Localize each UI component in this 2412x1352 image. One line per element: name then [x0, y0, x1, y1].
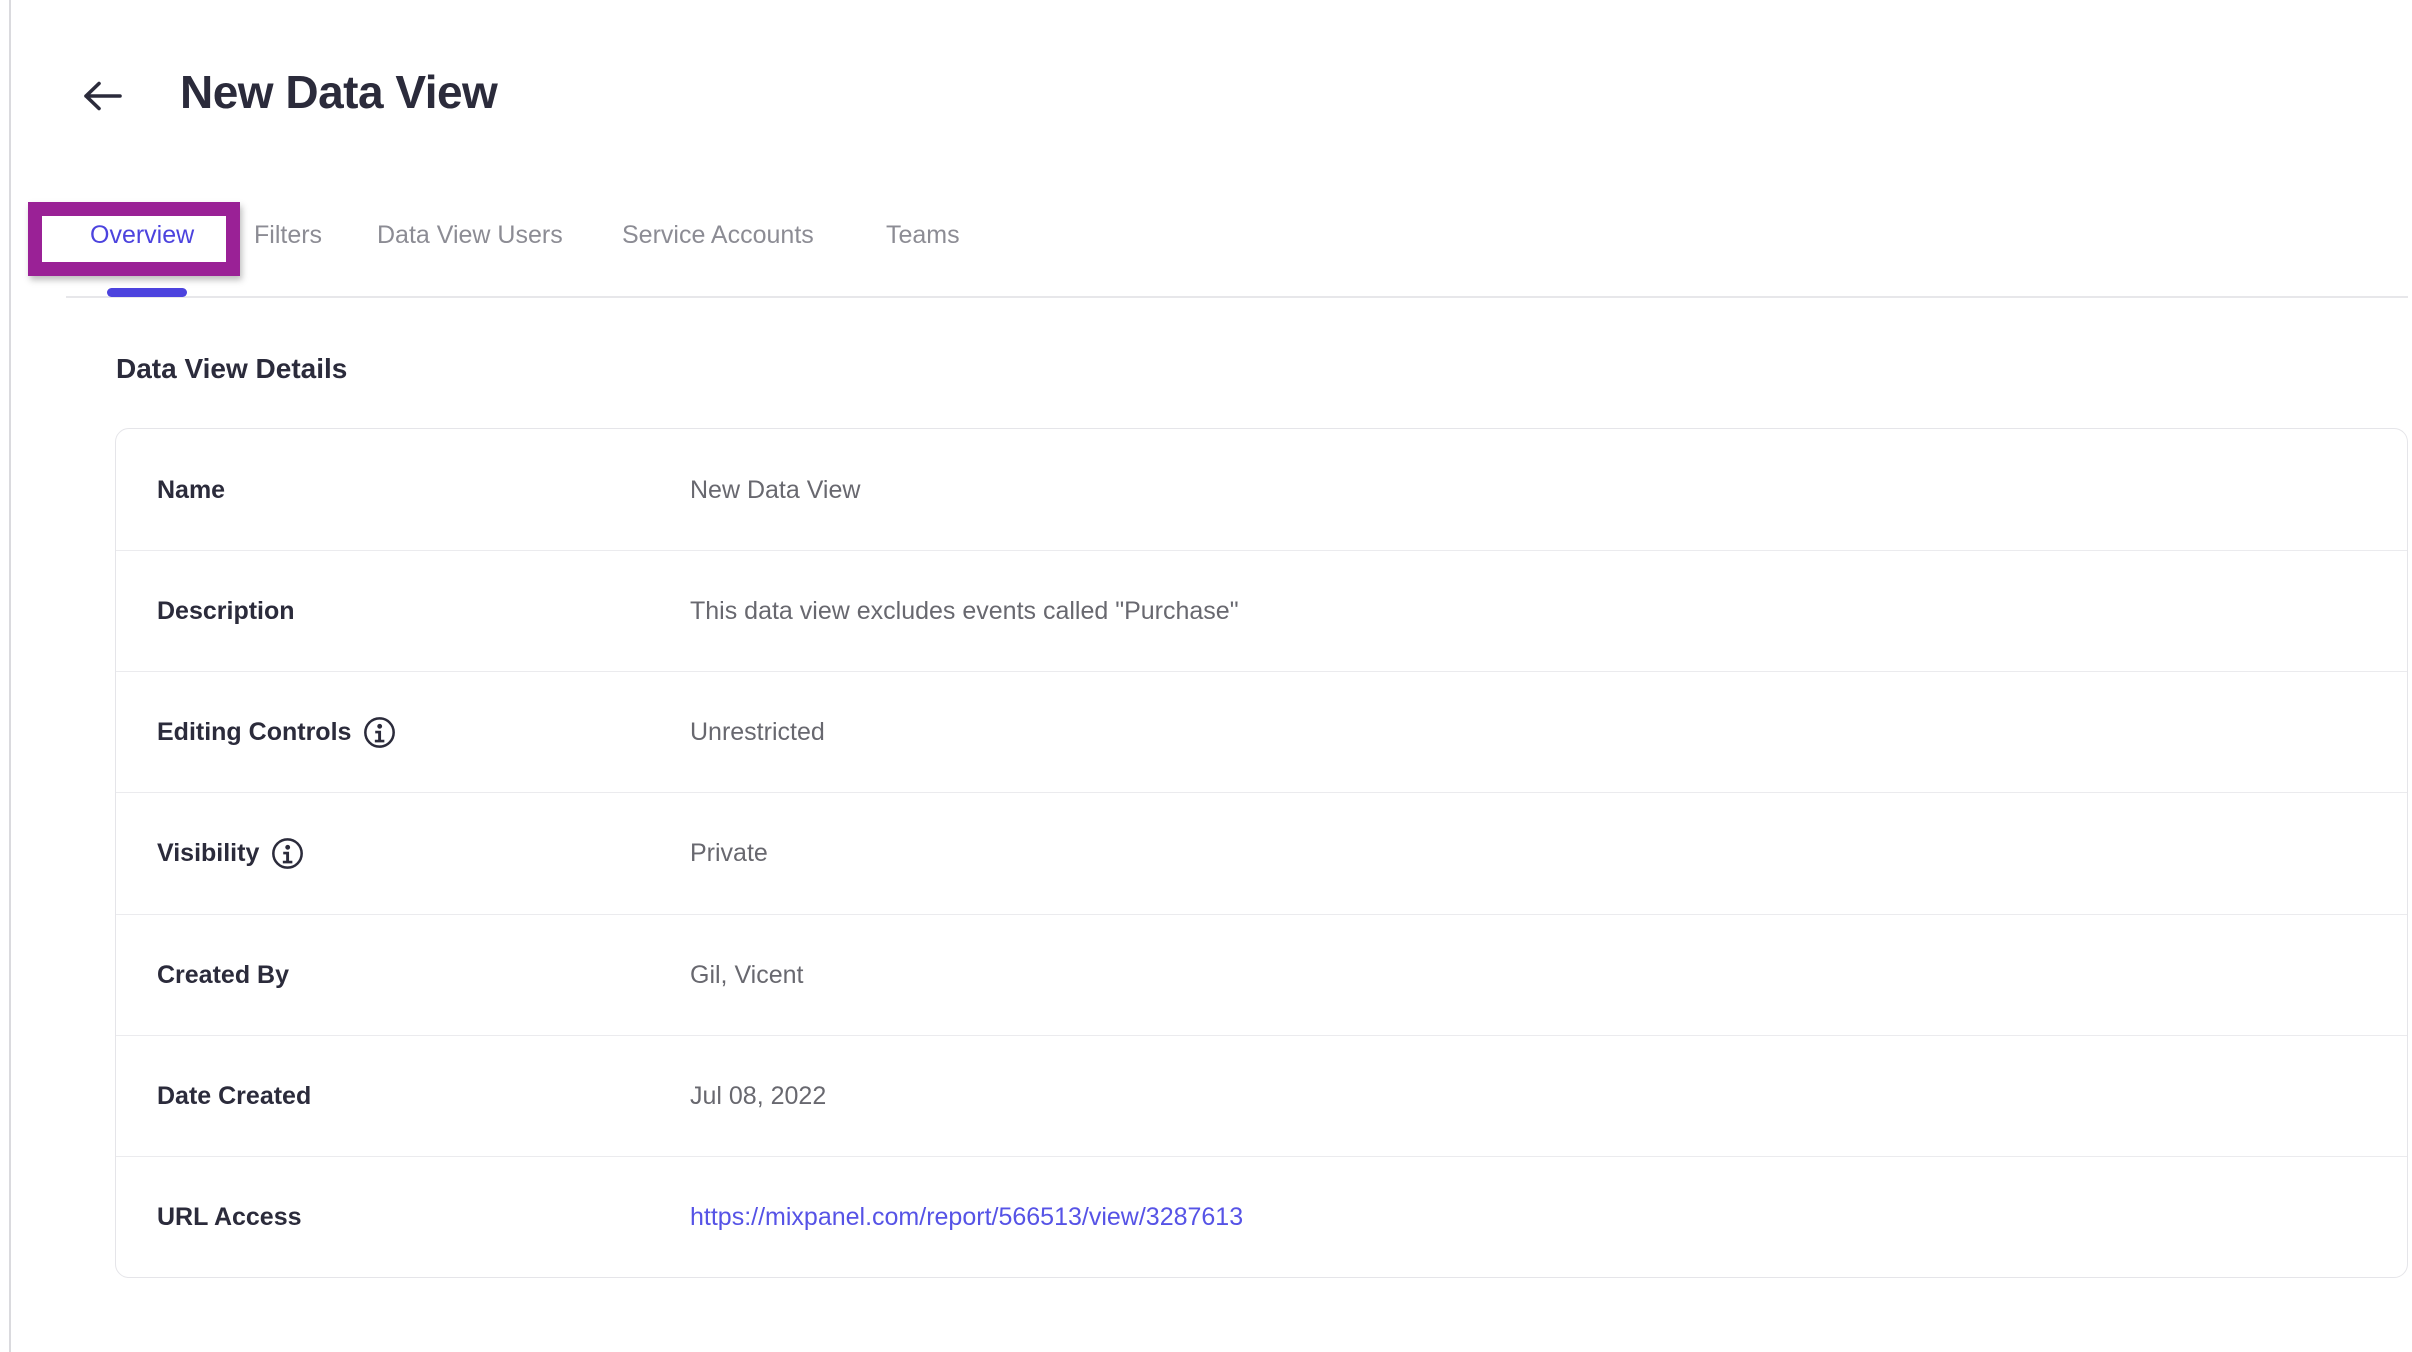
row-label: URL Access	[157, 1202, 302, 1232]
table-row-editing-controls: Editing Controls Unrestricted	[116, 671, 2407, 792]
tab-data-view-users[interactable]: Data View Users	[377, 220, 563, 250]
table-row-name: Name New Data View	[116, 429, 2407, 550]
table-row-description: Description This data view excludes even…	[116, 550, 2407, 671]
tab-teams[interactable]: Teams	[886, 220, 960, 250]
tabs-divider	[66, 296, 2408, 298]
row-value: Gil, Vicent	[690, 959, 803, 991]
back-button[interactable]	[80, 76, 124, 116]
info-icon[interactable]	[363, 716, 396, 749]
row-value: Unrestricted	[690, 716, 825, 748]
table-row-url-access: URL Access https://mixpanel.com/report/5…	[116, 1156, 2407, 1277]
data-view-details-card: Name New Data View Description This data…	[115, 428, 2408, 1278]
panel-edge-divider	[9, 0, 11, 1352]
row-value: Private	[690, 837, 768, 869]
row-value: New Data View	[690, 474, 860, 506]
arrow-left-icon	[81, 79, 123, 113]
row-label: Visibility	[157, 837, 304, 870]
row-value: This data view excludes events called "P…	[690, 595, 1239, 627]
info-icon[interactable]	[271, 837, 304, 870]
table-row-date-created: Date Created Jul 08, 2022	[116, 1035, 2407, 1156]
row-label: Date Created	[157, 1081, 311, 1111]
row-label: Created By	[157, 960, 289, 990]
row-label: Editing Controls	[157, 716, 396, 749]
url-access-link[interactable]: https://mixpanel.com/report/566513/view/…	[690, 1201, 1243, 1233]
page-title: New Data View	[180, 64, 497, 120]
table-row-created-by: Created By Gil, Vicent	[116, 914, 2407, 1035]
tab-filters[interactable]: Filters	[254, 220, 322, 250]
active-tab-indicator	[107, 288, 187, 297]
table-row-visibility: Visibility Private	[116, 792, 2407, 913]
row-value: Jul 08, 2022	[690, 1080, 826, 1112]
row-label: Name	[157, 475, 225, 505]
row-label: Description	[157, 596, 295, 626]
tab-service-accounts[interactable]: Service Accounts	[622, 220, 814, 250]
tab-overview[interactable]: Overview	[90, 220, 194, 250]
section-heading: Data View Details	[116, 352, 347, 386]
